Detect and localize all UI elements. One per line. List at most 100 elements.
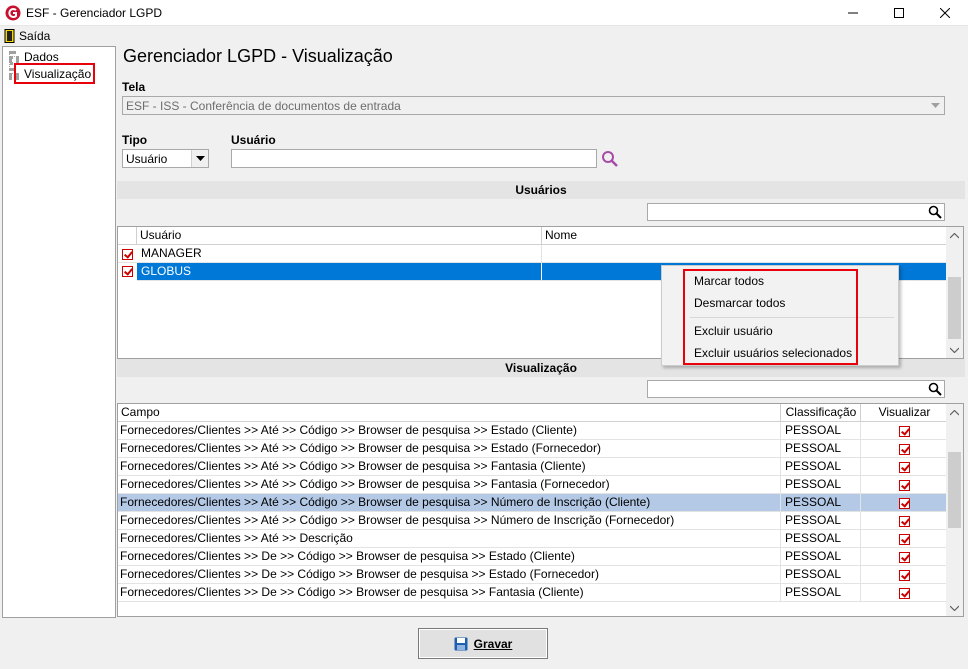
save-button-label: Gravar — [473, 636, 513, 651]
table-row[interactable]: Fornecedores/Clientes >> De >> Código >>… — [118, 566, 947, 584]
table-row[interactable]: Fornecedores/Clientes >> De >> Código >>… — [118, 584, 947, 602]
chevron-down-icon[interactable] — [946, 341, 963, 358]
visualizar-checkbox[interactable] — [862, 422, 947, 442]
cell-usuario: MANAGER — [137, 245, 542, 262]
tela-label: Tela — [122, 80, 146, 94]
app-logo-icon — [5, 5, 21, 21]
tipo-label: Tipo — [122, 133, 148, 147]
tree-connector — [9, 56, 19, 60]
cell-campo: Fornecedores/Clientes >> Até >> Código >… — [118, 440, 781, 457]
cell-campo: Fornecedores/Clientes >> Até >> Código >… — [118, 512, 781, 529]
maximize-icon — [894, 8, 904, 18]
tipo-value: Usuário — [126, 152, 168, 166]
cell-classificacao: PESSOAL — [782, 440, 861, 457]
visualizar-checkbox[interactable] — [862, 530, 947, 550]
row-checkbox[interactable] — [118, 263, 137, 281]
scrollbar-thumb[interactable] — [948, 277, 961, 339]
minimize-icon — [848, 12, 858, 14]
menu-exit[interactable]: Saída — [4, 28, 50, 44]
cell-campo: Fornecedores/Clientes >> De >> Código >>… — [118, 584, 781, 601]
tree-connector — [9, 51, 13, 71]
users-scrollbar[interactable] — [946, 227, 963, 358]
table-row[interactable]: Fornecedores/Clientes >> De >> Código >>… — [118, 548, 947, 566]
cell-classificacao: PESSOAL — [782, 530, 861, 547]
search-icon[interactable] — [928, 205, 942, 219]
cell-usuario: GLOBUS — [137, 263, 542, 280]
tela-value: ESF - ISS - Conferência de documentos de… — [126, 99, 401, 113]
menu-exit-label: Saída — [19, 29, 51, 43]
visualizar-checkbox[interactable] — [862, 566, 947, 586]
visualizar-checkbox[interactable] — [862, 584, 947, 604]
header-spacer — [118, 227, 137, 245]
table-row[interactable]: Fornecedores/Clientes >> Até >> Descriçã… — [118, 530, 947, 548]
window-title: ESF - Gerenciador LGPD — [26, 6, 163, 20]
tipo-dropdown[interactable]: Usuário — [122, 149, 209, 168]
highlight-box — [683, 269, 858, 365]
table-row[interactable]: MANAGER — [118, 245, 947, 263]
maximize-button[interactable] — [876, 0, 922, 26]
cell-classificacao: PESSOAL — [782, 512, 861, 529]
search-icon[interactable] — [928, 382, 942, 396]
visualizar-checkbox[interactable] — [862, 440, 947, 460]
chevron-up-icon[interactable] — [946, 404, 963, 421]
cell-campo: Fornecedores/Clientes >> Até >> Código >… — [118, 458, 781, 475]
cell-classificacao: PESSOAL — [782, 584, 861, 601]
exit-door-icon — [4, 29, 15, 43]
tela-dropdown[interactable]: ESF - ISS - Conferência de documentos de… — [122, 96, 945, 115]
page-title: Gerenciador LGPD - Visualização — [123, 46, 393, 66]
save-button[interactable]: Gravar — [418, 628, 548, 659]
usuario-input[interactable] — [231, 149, 597, 168]
table-row[interactable]: Fornecedores/Clientes >> Até >> Código >… — [118, 494, 947, 512]
table-row[interactable]: Fornecedores/Clientes >> Até >> Código >… — [118, 512, 947, 530]
visualizar-checkbox[interactable] — [862, 512, 947, 532]
chevron-down-icon — [927, 97, 944, 114]
cell-campo: Fornecedores/Clientes >> De >> Código >>… — [118, 548, 781, 565]
usuario-label: Usuário — [231, 133, 276, 147]
view-scrollbar[interactable] — [946, 404, 963, 616]
view-grid-header: Campo Classificação Visualizar — [118, 404, 947, 422]
table-row[interactable]: Fornecedores/Clientes >> Até >> Código >… — [118, 440, 947, 458]
cell-classificacao: PESSOAL — [782, 422, 861, 439]
cell-classificacao: PESSOAL — [782, 458, 861, 475]
cell-campo: Fornecedores/Clientes >> Até >> Código >… — [118, 422, 781, 439]
navigation-tree: Dados Visualização — [2, 46, 116, 618]
title-bar: ESF - Gerenciador LGPD — [0, 0, 968, 26]
table-row[interactable]: Fornecedores/Clientes >> Até >> Código >… — [118, 476, 947, 494]
visualizar-checkbox[interactable] — [862, 458, 947, 478]
close-button[interactable] — [922, 0, 968, 26]
column-header-campo[interactable]: Campo — [118, 404, 781, 421]
cell-campo: Fornecedores/Clientes >> Até >> Código >… — [118, 494, 781, 511]
column-header-visualizar[interactable]: Visualizar — [862, 404, 947, 421]
users-grid-header: Usuário Nome — [118, 227, 947, 245]
close-icon — [940, 8, 950, 18]
context-menu: Marcar todos Desmarcar todos Excluir usu… — [661, 265, 899, 366]
view-grid: Campo Classificação Visualizar Fornecedo… — [117, 403, 964, 617]
cell-campo: Fornecedores/Clientes >> Até >> Descriçã… — [118, 530, 781, 547]
minimize-button[interactable] — [830, 0, 876, 26]
chevron-down-icon — [191, 150, 208, 167]
cell-classificacao: PESSOAL — [782, 494, 861, 511]
menu-bar: Saída — [0, 26, 968, 46]
chevron-up-icon[interactable] — [946, 227, 963, 244]
users-section-header: Usuários — [117, 181, 965, 199]
chevron-down-icon[interactable] — [946, 599, 963, 616]
cell-classificacao: PESSOAL — [782, 476, 861, 493]
highlight-box — [14, 63, 95, 84]
table-row[interactable]: Fornecedores/Clientes >> Até >> Código >… — [118, 458, 947, 476]
visualizar-checkbox[interactable] — [862, 476, 947, 496]
users-search-input[interactable] — [647, 203, 945, 221]
table-row[interactable]: Fornecedores/Clientes >> Até >> Código >… — [118, 422, 947, 440]
view-search-input[interactable] — [647, 380, 945, 398]
floppy-disk-icon — [454, 637, 468, 650]
visualizar-checkbox[interactable] — [862, 548, 947, 568]
scrollbar-thumb[interactable] — [948, 452, 961, 528]
column-header-nome[interactable]: Nome — [543, 227, 947, 244]
column-header-usuario[interactable]: Usuário — [137, 227, 542, 244]
search-icon[interactable] — [601, 150, 619, 168]
cell-campo: Fornecedores/Clientes >> De >> Código >>… — [118, 566, 781, 583]
tree-item-label: Dados — [24, 50, 59, 64]
cell-campo: Fornecedores/Clientes >> Até >> Código >… — [118, 476, 781, 493]
visualizar-checkbox[interactable] — [862, 494, 947, 514]
cell-classificacao: PESSOAL — [782, 566, 861, 583]
column-header-classificacao[interactable]: Classificação — [782, 404, 861, 421]
